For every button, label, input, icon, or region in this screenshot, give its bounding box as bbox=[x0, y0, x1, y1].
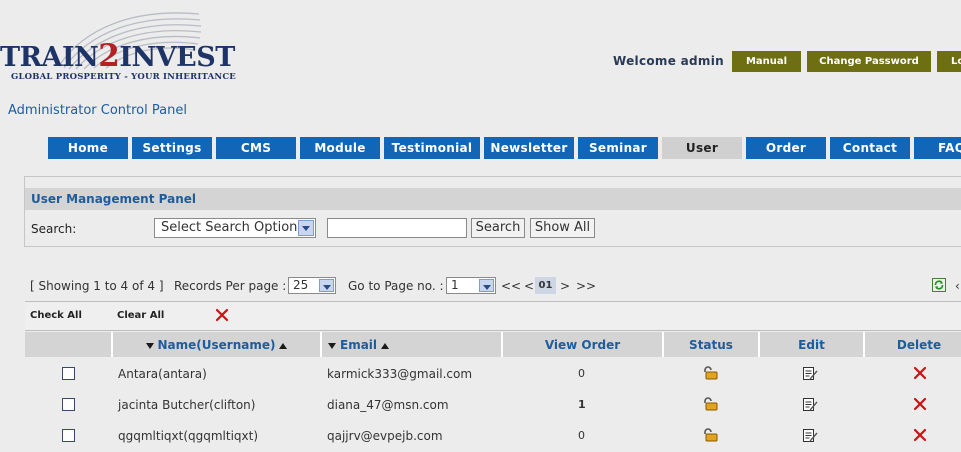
row-checkbox[interactable] bbox=[62, 367, 75, 380]
records-per-page-select[interactable]: 25 bbox=[288, 277, 336, 294]
view-order-link[interactable]: 1 bbox=[578, 398, 586, 411]
page-title: Administrator Control Panel bbox=[8, 103, 187, 118]
showing-count: [ Showing 1 to 4 of 4 ] bbox=[30, 279, 164, 293]
row-checkbox[interactable] bbox=[62, 398, 75, 411]
last-page-link[interactable]: >> bbox=[576, 279, 596, 293]
first-page-link[interactable]: << bbox=[501, 279, 521, 293]
nav-testimonial[interactable]: Testimonial bbox=[384, 137, 480, 159]
nav-module[interactable]: Module bbox=[300, 137, 380, 159]
search-option-value: Select Search Option bbox=[161, 220, 298, 235]
goto-page-label: Go to Page no. : bbox=[348, 279, 444, 293]
lock-status-icon[interactable] bbox=[702, 428, 718, 442]
column-header-status: Status bbox=[662, 332, 758, 357]
search-input[interactable] bbox=[327, 218, 467, 238]
sort-desc-icon[interactable] bbox=[145, 342, 154, 349]
refresh-icon[interactable] bbox=[932, 278, 946, 292]
user-email: karmick333@gmail.com bbox=[327, 367, 473, 381]
records-per-page-value: 25 bbox=[293, 278, 309, 292]
search-button[interactable]: Search bbox=[471, 218, 525, 238]
nav-contact[interactable]: Contact bbox=[830, 137, 910, 159]
nav-cms[interactable]: CMS bbox=[216, 137, 296, 159]
chevron-down-icon bbox=[479, 279, 494, 292]
change-password-button[interactable]: Change Password bbox=[807, 51, 931, 72]
brand-tagline: GLOBAL PROSPERITY - YOUR INHERITANCE bbox=[11, 72, 236, 82]
chevron-down-icon bbox=[298, 220, 314, 236]
delete-icon[interactable] bbox=[913, 366, 927, 380]
records-per-page-label: Records Per page : bbox=[174, 279, 287, 293]
sort-desc-icon[interactable] bbox=[328, 342, 336, 349]
current-page[interactable]: 01 bbox=[535, 277, 556, 294]
sort-asc-icon[interactable] bbox=[381, 342, 390, 349]
edit-icon[interactable] bbox=[802, 428, 818, 443]
nav-seminar[interactable]: Seminar bbox=[578, 137, 658, 159]
delete-icon[interactable] bbox=[913, 397, 927, 411]
nav-order[interactable]: Order bbox=[746, 137, 826, 159]
delete-icon[interactable] bbox=[913, 428, 927, 442]
nav-newsletter[interactable]: Newsletter bbox=[484, 137, 574, 159]
check-all-link[interactable]: Check All bbox=[30, 310, 82, 321]
sort-asc-icon[interactable] bbox=[279, 342, 288, 349]
lock-status-icon[interactable] bbox=[702, 397, 718, 411]
goto-page-select[interactable]: 1 bbox=[446, 277, 496, 294]
search-option-select[interactable]: Select Search Option bbox=[154, 218, 316, 238]
column-header-email[interactable]: Email bbox=[320, 332, 501, 357]
lock-status-icon[interactable] bbox=[702, 366, 718, 380]
brand-logo-text: TRAIN2INVEST bbox=[0, 38, 235, 74]
nav-settings[interactable]: Settings bbox=[132, 137, 212, 159]
nav-faq[interactable]: FAQ bbox=[914, 137, 961, 159]
column-header-edit: Edit bbox=[758, 332, 863, 357]
chevron-down-icon bbox=[319, 279, 334, 292]
page-edge-glyph: ‹ bbox=[955, 279, 960, 291]
nav-user[interactable]: User bbox=[662, 137, 742, 159]
welcome-text: Welcome admin bbox=[613, 54, 724, 68]
view-order-link[interactable]: 0 bbox=[578, 429, 585, 442]
column-header-delete: Delete bbox=[863, 332, 961, 357]
user-email: qajjrv@evpejb.com bbox=[327, 429, 443, 443]
column-header-view-order: View Order bbox=[501, 332, 662, 357]
edit-icon[interactable] bbox=[802, 366, 818, 381]
search-label: Search: bbox=[31, 222, 77, 236]
table-toolbar bbox=[25, 302, 961, 331]
column-header-name[interactable]: Name(Username) bbox=[111, 332, 320, 357]
nav-home[interactable]: Home bbox=[48, 137, 128, 159]
user-name: qgqmltiqxt(qgqmltiqxt) bbox=[118, 429, 259, 443]
user-email: diana_47@msn.com bbox=[327, 398, 449, 412]
user-name: jacinta Butcher(clifton) bbox=[118, 398, 256, 412]
show-all-button[interactable]: Show All bbox=[530, 218, 595, 238]
next-page-link[interactable]: > bbox=[560, 279, 570, 293]
goto-page-value: 1 bbox=[451, 278, 459, 292]
remove-x-icon[interactable] bbox=[215, 308, 229, 322]
view-order-link[interactable]: 0 bbox=[578, 367, 585, 380]
clear-all-link[interactable]: Clear All bbox=[117, 310, 164, 321]
logo: TRAIN2INVEST GLOBAL PROSPERITY - YOUR IN… bbox=[0, 8, 240, 88]
row-checkbox[interactable] bbox=[62, 429, 75, 442]
prev-page-link[interactable]: < bbox=[524, 279, 534, 293]
manual-button[interactable]: Manual bbox=[732, 51, 801, 72]
edit-icon[interactable] bbox=[802, 397, 818, 412]
logout-button[interactable]: Lo bbox=[937, 51, 961, 72]
panel-title: User Management Panel bbox=[31, 192, 196, 206]
user-name: Antara(antara) bbox=[118, 367, 207, 381]
